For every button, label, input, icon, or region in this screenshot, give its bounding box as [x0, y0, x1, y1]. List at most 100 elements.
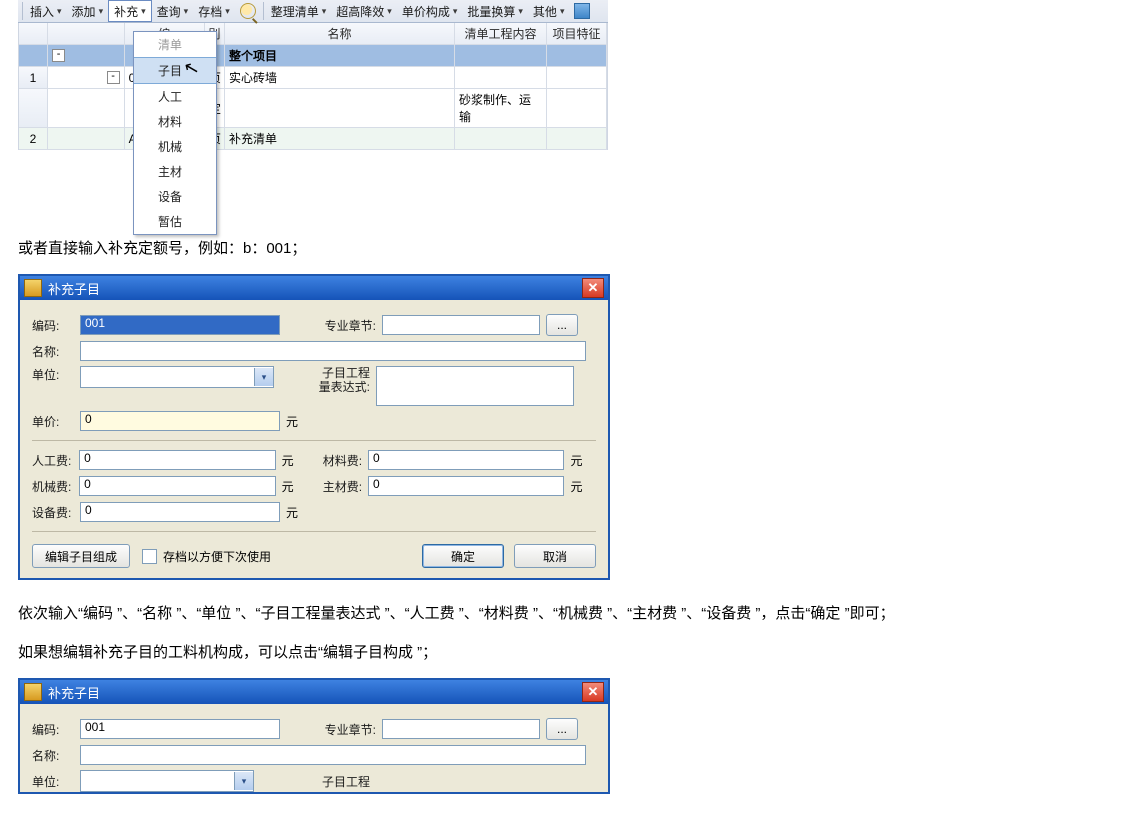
input-main[interactable]: 0	[368, 476, 564, 496]
textarea-expr[interactable]	[376, 366, 574, 406]
cancel-button[interactable]: 取消	[514, 544, 596, 568]
label-expr-cropped: 子目工程	[314, 773, 376, 790]
label-expr: 子目工程量表达式:	[314, 366, 376, 394]
titlebar[interactable]: 补充子目 ✕	[20, 276, 608, 300]
chevron-down-icon: ▾	[57, 6, 62, 17]
table-row[interactable]: 定 砂浆制作、运输	[19, 89, 607, 128]
chevron-down-icon: ▾	[322, 6, 327, 17]
dd-item-shebei[interactable]: 设备	[134, 184, 216, 209]
chevron-down-icon: ▾	[184, 6, 189, 17]
input-machine[interactable]: 0	[79, 476, 275, 496]
combo-unit[interactable]: ▾	[80, 770, 254, 792]
supplement-dropdown: 清单 子目 人工 材料 机械 主材 设备 暂估	[133, 31, 217, 235]
input-name[interactable]	[80, 341, 586, 361]
chevron-down-icon: ▾	[387, 6, 392, 17]
label-code: 编码:	[32, 721, 80, 738]
label-equip: 设备费:	[32, 504, 80, 521]
dialog-title: 补充子目	[48, 683, 100, 702]
input-equip[interactable]: 0	[80, 502, 280, 522]
combo-unit[interactable]: ▾	[80, 366, 274, 388]
dd-item-zangu[interactable]: 暂估	[134, 209, 216, 234]
input-labor[interactable]: 0	[79, 450, 275, 470]
chevron-down-icon: ▾	[453, 6, 458, 17]
chevron-down-icon[interactable]: ▾	[254, 368, 273, 386]
grid-header: 编 别 名称 清单工程内容 项目特征	[19, 23, 607, 45]
chevron-down-icon: ▾	[560, 6, 565, 17]
input-material[interactable]: 0	[368, 450, 564, 470]
label-unit: 单位:	[32, 773, 80, 790]
app-icon	[24, 683, 42, 701]
label-unit: 单位:	[32, 366, 80, 383]
label-labor: 人工费:	[32, 452, 79, 469]
chevron-down-icon: ▾	[99, 6, 104, 17]
label-material: 材料费:	[307, 452, 368, 469]
input-section[interactable]	[382, 719, 540, 739]
tb-high[interactable]: 超高降效▾	[331, 1, 397, 21]
input-price[interactable]: 0	[80, 411, 280, 431]
tb-archive[interactable]: 存档▾	[193, 1, 235, 21]
col-name: 名称	[225, 23, 455, 44]
tb-price[interactable]: 单价构成▾	[397, 1, 463, 21]
chevron-down-icon: ▾	[141, 6, 146, 17]
find-icon	[240, 3, 256, 19]
chevron-down-icon: ▾	[225, 6, 230, 17]
dd-item-cailiao[interactable]: 材料	[134, 109, 216, 134]
form-body: 编码: 001 专业章节: ... 名称: 单位: ▾ 子目工程	[20, 704, 608, 792]
close-button[interactable]: ✕	[582, 682, 604, 702]
close-button[interactable]: ✕	[582, 278, 604, 298]
paragraph-1: 或者直接输入补充定额号，例如：b：001；	[18, 235, 1111, 262]
data-grid: 编 别 名称 清单工程内容 项目特征 - 整个项目 1 - 01030 页 实心…	[18, 23, 608, 150]
col-feature: 项目特征	[547, 23, 607, 44]
input-name[interactable]	[80, 745, 586, 765]
tb-organize[interactable]: 整理清单▾	[266, 1, 332, 21]
dialog-title: 补充子目	[48, 279, 100, 298]
table-row[interactable]: 2 AB001 页 补充清单	[19, 128, 607, 150]
toolbar-grid-screenshot: 插入▾ 添加▾ 补充▾ 查询▾ 存档▾ 整理清单▾ 超高降效▾ 单价构成▾ 批量…	[18, 0, 608, 215]
separator	[32, 440, 596, 441]
label-name: 名称:	[32, 343, 80, 360]
label-name: 名称:	[32, 747, 80, 764]
titlebar[interactable]: 补充子目 ✕	[20, 680, 608, 704]
label-section: 专业章节:	[320, 721, 382, 738]
browse-section-button[interactable]: ...	[546, 314, 578, 336]
tb-batch[interactable]: 批量换算▾	[462, 1, 528, 21]
tree-collapse-icon[interactable]: -	[107, 71, 120, 84]
label-main: 主材费:	[307, 478, 368, 495]
browse-section-button[interactable]: ...	[546, 718, 578, 740]
dd-item-rengong[interactable]: 人工	[134, 84, 216, 109]
paragraph-2: 依次输入“编码 ”、“名称 ”、“单位 ”、“子目工程量表达式 ”、“人工费 ”…	[18, 600, 1111, 627]
unit-yuan: 元	[280, 413, 312, 430]
label-section: 专业章节:	[320, 317, 382, 334]
save-archive-label: 存档以方便下次使用	[163, 548, 271, 565]
tb-other[interactable]: 其他▾	[528, 1, 570, 21]
table-row[interactable]: - 整个项目	[19, 45, 607, 67]
input-section[interactable]	[382, 315, 540, 335]
tb-insert[interactable]: 插入▾	[25, 1, 67, 21]
app-icon	[24, 279, 42, 297]
toolbar: 插入▾ 添加▾ 补充▾ 查询▾ 存档▾ 整理清单▾ 超高降效▾ 单价构成▾ 批量…	[18, 0, 608, 23]
edit-composition-button[interactable]: 编辑子目组成	[32, 544, 130, 568]
label-machine: 机械费:	[32, 478, 79, 495]
form-body: 编码: 001 专业章节: ... 名称: 单位: ▾ 子目工程量表达式: 单价…	[20, 300, 608, 578]
dd-item-jixie[interactable]: 机械	[134, 134, 216, 159]
input-code[interactable]: 001	[80, 719, 280, 739]
paragraph-3: 如果想编辑补充子目的工料机构成，可以点击“编辑子目构成 ”；	[18, 639, 1111, 666]
tool-icon	[574, 3, 590, 19]
separator	[32, 531, 596, 532]
tb-query[interactable]: 查询▾	[152, 1, 194, 21]
chevron-down-icon: ▾	[518, 6, 523, 17]
dialog-supplement-item-1: 补充子目 ✕ 编码: 001 专业章节: ... 名称: 单位: ▾ 子目工程量…	[18, 274, 610, 580]
ok-button[interactable]: 确定	[422, 544, 504, 568]
dd-item-zhucai[interactable]: 主材	[134, 159, 216, 184]
save-archive-checkbox[interactable]	[142, 549, 157, 564]
input-code[interactable]: 001	[80, 315, 280, 335]
tb-add[interactable]: 添加▾	[67, 1, 109, 21]
tree-collapse-icon[interactable]: -	[52, 49, 65, 62]
chevron-down-icon[interactable]: ▾	[234, 772, 253, 790]
tb-supplement[interactable]: 补充▾	[108, 0, 152, 22]
table-row[interactable]: 1 - 01030 页 实心砖墙	[19, 67, 607, 89]
dd-item-zimu[interactable]: 子目	[134, 57, 216, 84]
dialog-supplement-item-2: 补充子目 ✕ 编码: 001 专业章节: ... 名称: 单位: ▾ 子目工程	[18, 678, 610, 794]
tb-find[interactable]	[235, 1, 261, 21]
tb-tool[interactable]	[569, 1, 595, 21]
